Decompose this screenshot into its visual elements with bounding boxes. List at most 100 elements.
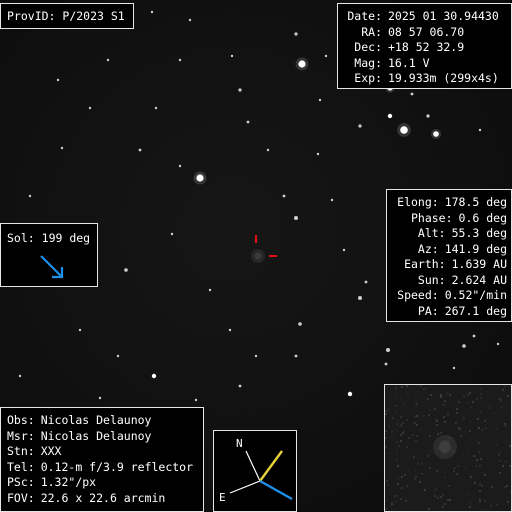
obs-mag-key: Mag: <box>354 55 382 70</box>
credits-panel: Obs: Nicolas Delaunoy Msr: Nicolas Delauno… <box>0 407 204 512</box>
noise-pixel <box>435 419 437 421</box>
noise-pixel <box>408 437 410 439</box>
star <box>138 148 142 152</box>
noise-pixel <box>479 501 481 503</box>
compass-east-label: E <box>219 491 226 504</box>
star <box>238 384 242 388</box>
noise-pixel <box>472 401 474 403</box>
noise-pixel <box>385 446 387 448</box>
noise-pixel <box>447 499 449 501</box>
noise-pixel <box>427 455 429 457</box>
cred-psc-key: PSc: <box>7 475 35 489</box>
star <box>478 128 482 132</box>
geo-az-value: 141.9 deg <box>444 241 507 256</box>
noise-pixel <box>498 398 500 400</box>
noise-pixel <box>453 470 455 472</box>
obs-dec-key: Dec: <box>354 40 382 54</box>
noise-pixel <box>443 494 445 496</box>
noise-pixel <box>395 411 397 413</box>
noise-pixel <box>500 399 502 401</box>
noise-pixel <box>477 418 479 420</box>
cred-stn-row: Stn: XXX <box>7 444 197 460</box>
geo-phase-row: Phase: 0.6 deg <box>393 211 507 227</box>
geo-phase-value: 0.6 deg <box>458 210 507 225</box>
star <box>298 322 302 326</box>
noise-pixel <box>416 403 418 405</box>
noise-pixel <box>402 422 404 424</box>
noise-pixel <box>504 423 506 425</box>
noise-pixel <box>467 394 469 396</box>
noise-pixel <box>480 397 482 399</box>
cred-tel-row: Tel: 0.12-m f/3.9 reflector <box>7 460 197 476</box>
noise-pixel <box>442 506 444 508</box>
noise-pixel <box>401 487 403 489</box>
star <box>294 32 298 36</box>
zoom-inset-image <box>385 385 511 511</box>
geo-speed-row: Speed: 0.52"/min <box>393 288 507 304</box>
star <box>330 198 334 202</box>
noise-pixel <box>458 401 460 403</box>
cred-fov-key: FOV: <box>7 490 35 505</box>
geo-earth-value: 1.639 AU <box>451 257 507 271</box>
noise-pixel <box>415 391 417 393</box>
noise-pixel <box>401 386 403 388</box>
cred-stn-value: XXX <box>40 444 62 458</box>
noise-pixel <box>481 485 483 487</box>
star <box>426 114 430 118</box>
noise-pixel <box>504 486 506 488</box>
noise-pixel <box>456 408 458 410</box>
noise-pixel <box>504 385 506 387</box>
geo-az-key: Az: <box>417 241 439 256</box>
geo-speed-key: Speed: <box>397 288 439 302</box>
noise-pixel <box>446 420 448 422</box>
cred-obs-row: Obs: Nicolas Delaunoy <box>7 413 197 429</box>
star <box>98 396 102 400</box>
compass-rose-icon: N E <box>219 437 293 504</box>
noise-pixel <box>423 388 425 390</box>
noise-pixel <box>451 424 453 426</box>
noise-pixel <box>485 427 487 429</box>
noise-pixel <box>413 434 415 436</box>
noise-pixel <box>470 406 472 408</box>
noise-pixel <box>406 419 408 421</box>
noise-pixel <box>468 446 470 448</box>
star <box>238 88 242 92</box>
star <box>116 354 120 358</box>
noise-pixel <box>504 460 506 462</box>
noise-pixel <box>415 400 417 402</box>
noise-pixel <box>397 495 399 497</box>
noise-pixel <box>456 421 458 423</box>
noise-pixel <box>388 425 390 427</box>
geo-speed-value: 0.52"/min <box>444 288 507 302</box>
star <box>364 280 368 284</box>
star <box>294 216 298 220</box>
noise-pixel <box>479 465 481 467</box>
geo-sun-row: Sun: 2.624 AU <box>393 273 507 289</box>
noise-pixel <box>385 463 387 465</box>
noise-pixel <box>397 477 399 479</box>
cred-fov-value: 22.6 x 22.6 arcmin <box>40 490 166 505</box>
star <box>151 373 157 379</box>
star <box>386 348 390 352</box>
noise-pixel <box>397 465 399 467</box>
star <box>462 344 466 348</box>
noise-pixel <box>509 441 511 443</box>
cred-obs-value: Nicolas Delaunoy <box>40 413 152 427</box>
noise-pixel <box>447 391 449 393</box>
noise-pixel <box>508 418 510 420</box>
star <box>124 268 128 272</box>
noise-pixel <box>437 433 439 435</box>
noise-pixel <box>506 497 508 499</box>
star <box>194 398 198 402</box>
noise-pixel <box>458 427 460 429</box>
noise-pixel <box>480 411 482 413</box>
star <box>56 78 60 82</box>
noise-pixel <box>403 430 405 432</box>
noise-pixel <box>385 437 387 439</box>
cred-tel-key: Tel: <box>7 459 35 474</box>
star <box>298 60 306 68</box>
noise-pixel <box>395 501 397 503</box>
noise-pixel <box>415 476 417 478</box>
noise-pixel <box>434 490 436 492</box>
star <box>230 54 234 58</box>
